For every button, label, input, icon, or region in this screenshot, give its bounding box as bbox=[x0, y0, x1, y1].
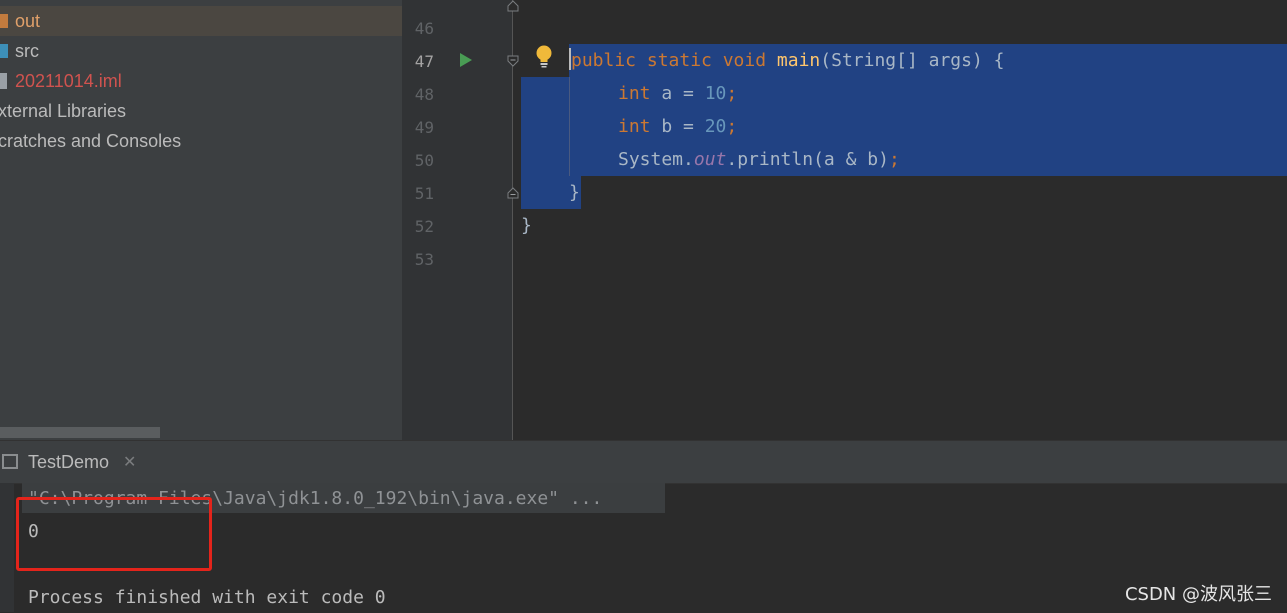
console-finished: Process finished with exit code 0 bbox=[28, 587, 386, 608]
run-gutter-icon[interactable] bbox=[460, 53, 472, 67]
indent-guide bbox=[569, 77, 570, 176]
line-number: 47 bbox=[414, 52, 434, 71]
lightbulb-icon[interactable] bbox=[533, 44, 555, 68]
line-number: 48 bbox=[414, 85, 434, 104]
project-panel: out src 20211014.iml xternal Libraries c… bbox=[0, 0, 402, 440]
line-number: 53 bbox=[414, 250, 434, 269]
fold-end-icon[interactable] bbox=[507, 0, 519, 12]
code-token: a = bbox=[650, 83, 705, 104]
selection-highlight bbox=[521, 77, 569, 176]
tree-item-label: out bbox=[15, 11, 41, 31]
editor-gutter: 46 47 48 49 50 51 52 53 bbox=[402, 0, 512, 440]
code-token: int bbox=[618, 116, 651, 137]
code-token: main bbox=[776, 50, 821, 71]
code-token: (String[] args) { bbox=[820, 50, 1005, 71]
folder-icon bbox=[0, 44, 8, 58]
code-token: ; bbox=[726, 116, 738, 137]
code-token: int bbox=[618, 83, 651, 104]
code-token: 20 bbox=[704, 116, 727, 137]
code-line-50: System.out.println(a & b); bbox=[618, 143, 900, 176]
code-token: ; bbox=[726, 83, 738, 104]
code-line-49: int b = 20; bbox=[618, 110, 737, 143]
tree-item-external-libraries[interactable]: xternal Libraries bbox=[0, 96, 402, 126]
highlight-box bbox=[16, 497, 212, 571]
code-line-47: public static void main(String[] args) { bbox=[569, 44, 1005, 77]
watermark: CSDN @波风张三 bbox=[1124, 584, 1272, 605]
tree-item-label: src bbox=[15, 41, 39, 61]
line-number: 52 bbox=[414, 217, 434, 236]
tree-item-iml[interactable]: 20211014.iml bbox=[0, 66, 402, 96]
close-icon[interactable]: ✕ bbox=[123, 451, 136, 473]
tree-item-out[interactable]: out bbox=[0, 6, 402, 36]
code-token: public static void bbox=[571, 50, 777, 71]
code-token: 10 bbox=[704, 83, 727, 104]
tree-item-src[interactable]: src bbox=[0, 36, 402, 66]
file-icon bbox=[0, 73, 7, 89]
code-line-51: } bbox=[569, 182, 580, 203]
code-token: out bbox=[693, 149, 727, 170]
tab-testdemo[interactable]: TestDemo bbox=[28, 449, 109, 475]
tree-item-label: xternal Libraries bbox=[0, 101, 127, 121]
code-token: ; bbox=[888, 149, 900, 170]
fold-collapse-icon[interactable] bbox=[507, 55, 519, 67]
code-line-48: int a = 10; bbox=[618, 77, 737, 110]
horizontal-scrollbar[interactable] bbox=[0, 427, 160, 438]
tree-item-scratches[interactable]: cratches and Consoles bbox=[0, 126, 402, 156]
code-token: System. bbox=[618, 149, 694, 170]
code-token: b = bbox=[650, 116, 705, 137]
tree-item-label: 20211014.iml bbox=[15, 71, 122, 91]
console-icon bbox=[2, 454, 18, 469]
run-tab-bar: TestDemo ✕ bbox=[0, 440, 1287, 484]
line-number: 51 bbox=[414, 184, 434, 203]
code-line-52: } bbox=[521, 215, 532, 236]
line-number: 46 bbox=[414, 19, 434, 38]
tree-item-label: cratches and Consoles bbox=[0, 131, 182, 151]
folder-icon bbox=[0, 14, 8, 28]
code-editor[interactable]: 46 47 48 49 50 51 52 53 public static vo… bbox=[402, 0, 1287, 440]
fold-end-icon[interactable] bbox=[507, 187, 519, 199]
line-number: 50 bbox=[414, 151, 434, 170]
code-token: .println(a & b) bbox=[726, 149, 889, 170]
line-number: 49 bbox=[414, 118, 434, 137]
run-toolbar bbox=[0, 483, 14, 612]
